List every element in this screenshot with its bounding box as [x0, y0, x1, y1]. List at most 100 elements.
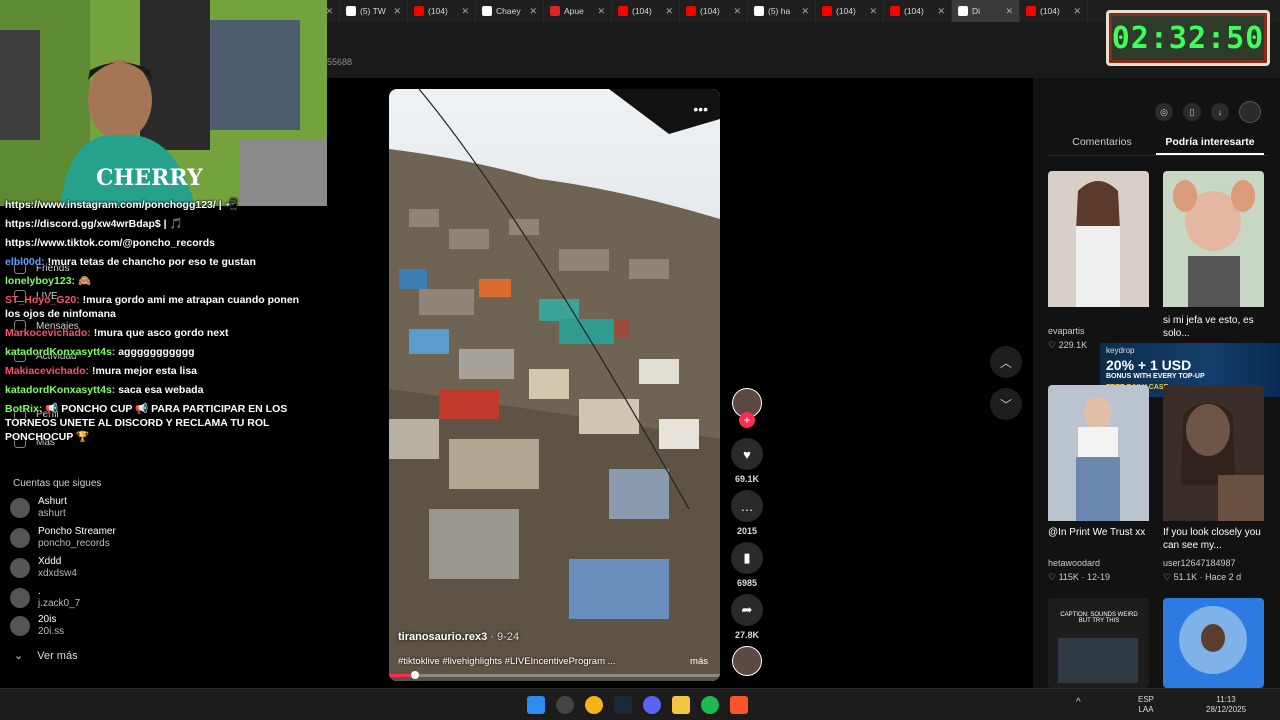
- previous-video-button[interactable]: ︿: [990, 346, 1022, 378]
- share-icon: ➦: [741, 602, 753, 617]
- account-name: .: [38, 586, 41, 597]
- chat-text: https://www.instagram.com/ponchogg123/ |…: [5, 199, 238, 211]
- save-count: 6985: [736, 578, 758, 588]
- suggested-video-2[interactable]: [1163, 171, 1264, 312]
- panel-tab[interactable]: Podría interesarte: [1156, 130, 1264, 155]
- browser-tab[interactable]: (104) ✕: [1020, 0, 1088, 22]
- close-icon[interactable]: ✕: [665, 6, 673, 17]
- suggested-user-1[interactable]: evapartis: [1048, 326, 1085, 336]
- tab-favicon: [958, 6, 968, 16]
- account-name: Poncho Streamer: [38, 526, 116, 537]
- close-icon[interactable]: ✕: [1005, 6, 1013, 17]
- download-icon[interactable]: ↓: [1211, 103, 1229, 121]
- following-account[interactable]: 20is 20i.ss: [10, 614, 64, 638]
- chat-text: 📢 PONCHO CUP 📢 PARA PARTICIPAR EN LOS TO…: [5, 403, 288, 443]
- brave-icon[interactable]: [730, 696, 748, 714]
- see-more-button[interactable]: ⌄ Ver más: [14, 649, 78, 663]
- windows-start-icon[interactable]: [527, 696, 545, 714]
- tab-favicon: [346, 6, 356, 16]
- share-button[interactable]: ➦: [731, 594, 763, 626]
- tab-favicon: [686, 6, 696, 16]
- browser-tab[interactable]: (104) ✕: [612, 0, 680, 22]
- suggested-video-6[interactable]: [1163, 598, 1264, 688]
- suggested-caption-2[interactable]: si mi jefa ve esto, es solo...: [1163, 314, 1268, 340]
- close-icon[interactable]: ✕: [869, 6, 877, 17]
- chat-text: !mura mejor esta lisa: [91, 365, 198, 377]
- svg-text:CHERRY: CHERRY: [96, 165, 203, 191]
- panel-tab[interactable]: Comentarios: [1048, 130, 1156, 155]
- browser-tab[interactable]: (104) ✕: [408, 0, 476, 22]
- right-panel-tabs: Comentarios Podría interesarte: [1048, 130, 1268, 156]
- following-account[interactable]: Poncho Streamer poncho_records: [10, 526, 116, 550]
- account-handle: 20i.ss: [38, 626, 65, 637]
- close-icon[interactable]: ✕: [801, 6, 809, 17]
- save-button[interactable]: ▮: [731, 542, 763, 574]
- next-video-button[interactable]: ﹀: [990, 388, 1022, 420]
- close-icon[interactable]: ✕: [1073, 6, 1081, 17]
- video-menu-icon[interactable]: •••: [693, 101, 708, 117]
- suggested-video-4[interactable]: [1163, 385, 1264, 526]
- comment-button[interactable]: …: [731, 490, 763, 522]
- screen: KickBi✕The b✕Stream✕Hoja c✕Sol Co✕(5) TW…: [0, 0, 1280, 720]
- video-progress-bar[interactable]: [389, 671, 720, 679]
- following-account[interactable]: Ashurt ashurt: [10, 496, 67, 520]
- clock[interactable]: 11:13 28/12/2025: [1206, 695, 1246, 715]
- suggested-user-4[interactable]: user12647184987: [1163, 558, 1236, 568]
- video-author[interactable]: tiranosaurio.rex3 · 9-24: [398, 631, 519, 643]
- steam-icon[interactable]: [614, 696, 632, 714]
- chat-message: https://www.tiktok.com/@poncho_records: [5, 236, 315, 250]
- following-account[interactable]: Xddd xdxdsw4: [10, 556, 77, 580]
- chat-message: BotRix: 📢 PONCHO CUP 📢 PARA PARTICIPAR E…: [5, 402, 315, 444]
- browser-tab[interactable]: (5) ha ✕: [748, 0, 816, 22]
- suggested-likes-1: ♡ 229.1K: [1048, 340, 1088, 350]
- browser-tab[interactable]: (104) ✕: [816, 0, 884, 22]
- sound-avatar[interactable]: [732, 646, 762, 676]
- chat-message: https://discord.gg/xw4wrBdap$ | 🎵: [5, 217, 315, 231]
- compass-icon[interactable]: ◎: [1155, 103, 1173, 121]
- browser-tab[interactable]: (104) ✕: [884, 0, 952, 22]
- tray-chevron-icon[interactable]: ^: [1076, 698, 1081, 708]
- close-icon[interactable]: ✕: [461, 6, 469, 17]
- follow-plus-icon[interactable]: +: [739, 412, 755, 428]
- following-account[interactable]: . j.zack0_7: [10, 586, 80, 610]
- browser-tab[interactable]: Chaey ✕: [476, 0, 544, 22]
- suggested-caption-3[interactable]: @In Print We Trust xx: [1048, 526, 1153, 539]
- discord-icon[interactable]: [643, 696, 661, 714]
- file-explorer-icon[interactable]: [672, 696, 690, 714]
- following-title: Cuentas que sigues: [13, 478, 102, 489]
- chat-message: lonelyboy123: 🙈: [5, 274, 315, 288]
- chat-message: katadordKonxasytt4s: saca esa webada: [5, 383, 315, 397]
- user-avatar-icon[interactable]: [1239, 101, 1261, 123]
- spotify-icon[interactable]: [701, 696, 719, 714]
- close-icon[interactable]: ✕: [393, 6, 401, 17]
- close-icon[interactable]: ✕: [529, 6, 537, 17]
- suggested-caption-4[interactable]: If you look closely you can see my...: [1163, 526, 1268, 552]
- keyboard-language[interactable]: ESP LAA: [1138, 695, 1154, 715]
- close-icon[interactable]: ✕: [937, 6, 945, 17]
- suggested-user-3[interactable]: hetawoodard: [1048, 558, 1100, 568]
- like-button[interactable]: ♥: [731, 438, 763, 470]
- suggested-video-3[interactable]: [1048, 385, 1149, 526]
- suggested-video-5[interactable]: CAPTION: SOUNDS WEIRD BUT TRY THIS: [1048, 598, 1149, 688]
- steam-helper-icon[interactable]: [556, 696, 574, 714]
- account-handle: j.zack0_7: [38, 598, 81, 609]
- chrome-icon[interactable]: [585, 696, 603, 714]
- chat-username: lonelyboy123:: [5, 275, 76, 287]
- close-icon[interactable]: ✕: [597, 6, 605, 17]
- browser-tab[interactable]: (5) TW ✕: [340, 0, 408, 22]
- video-player[interactable]: ••• tiranosaurio.rex3 · 9-24 #tiktoklive…: [389, 89, 720, 681]
- phone-icon[interactable]: ▯: [1183, 103, 1201, 121]
- chat-username: katadordKonxasytt4s:: [5, 346, 116, 358]
- video-more-link[interactable]: más: [690, 656, 708, 667]
- ad-brand: keydrop: [1106, 346, 1135, 355]
- video-hashtags[interactable]: #tiktoklive #livehighlights #LIVEIncenti…: [398, 656, 648, 667]
- browser-tab[interactable]: Apue ✕: [544, 0, 612, 22]
- browser-tab[interactable]: Di ✕: [952, 0, 1020, 22]
- browser-tab[interactable]: (104) ✕: [680, 0, 748, 22]
- suggested-video-1[interactable]: [1048, 171, 1149, 312]
- close-icon[interactable]: ✕: [733, 6, 741, 17]
- tab-favicon: [754, 6, 764, 16]
- chat-message: katadordKonxasytt4s: aggggggggggg: [5, 345, 315, 359]
- tab-label: (104): [428, 6, 448, 16]
- tab-label: (104): [632, 6, 652, 16]
